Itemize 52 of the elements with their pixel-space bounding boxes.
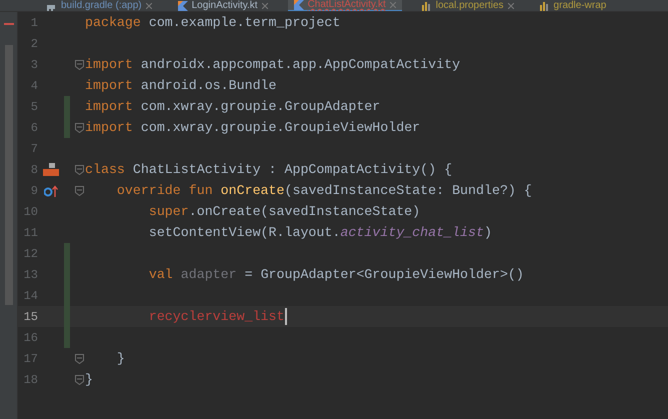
code-line: val adapter = GroupAdapter<GroupieViewHolder>(): [148, 266, 524, 284]
bar-chart-icon: [540, 1, 550, 11]
code-line: recyclerview_list: [148, 308, 284, 326]
code-line: class ChatListActivity : AppCompatActivity() {: [85, 161, 452, 179]
code-line: package com.example.term_project: [85, 14, 340, 32]
line-number: 13: [22, 266, 38, 284]
override-arrow-icon[interactable]: [44, 184, 58, 196]
editor-tab[interactable]: gradle-wrap: [534, 0, 612, 11]
fold-icon[interactable]: [74, 164, 84, 174]
fold-icon[interactable]: [74, 60, 84, 70]
code-line: import com.xwray.groupie.GroupAdapter: [85, 98, 380, 116]
line-number: 12: [22, 246, 38, 262]
bar-chart-icon: [422, 1, 432, 11]
line-number: 1: [30, 14, 38, 32]
code-line: super.onCreate(savedInstanceState): [148, 203, 420, 221]
line-number: 17: [22, 350, 38, 368]
line-number: 4: [30, 78, 38, 94]
kotlin-file-icon: [294, 0, 304, 10]
close-icon[interactable]: [146, 3, 152, 9]
line-number: 2: [30, 36, 38, 52]
code-line: }: [116, 350, 125, 368]
line-number: 9: [30, 182, 38, 200]
editor-tab[interactable]: build.gradle (:app): [40, 0, 158, 11]
code-line: override fun onCreate(savedInstanceState: Bundle?) {: [116, 182, 532, 200]
close-icon[interactable]: [390, 2, 396, 8]
line-number: 18: [22, 372, 38, 388]
line-number: 14: [22, 288, 38, 304]
line-number: 6: [30, 120, 38, 136]
line-number: 11: [22, 224, 38, 242]
code-line: import com.xwray.groupie.GroupieViewHolder: [85, 119, 420, 137]
line-number: 10: [22, 204, 38, 220]
line-number: 16: [22, 330, 38, 346]
text-cursor: [284, 308, 286, 325]
kotlin-file-icon: [178, 1, 188, 11]
close-icon[interactable]: [262, 3, 268, 9]
code-line: }: [85, 371, 93, 389]
code-line: setContentView(R.layout.activity_chat_list): [148, 224, 492, 242]
fold-icon[interactable]: [74, 122, 84, 132]
line-number: 15: [22, 308, 38, 326]
line-number: 5: [30, 98, 38, 116]
editor-tab[interactable]: LoginActivity.kt: [172, 0, 274, 11]
code-line: import android.os.Bundle: [85, 77, 277, 95]
close-icon[interactable]: [508, 3, 514, 9]
line-number: 8: [30, 162, 38, 178]
fold-icon[interactable]: [74, 354, 84, 364]
fold-icon[interactable]: [74, 374, 84, 384]
editor-tab[interactable]: local.properties: [416, 0, 520, 11]
code-line: import androidx.appcompat.app.AppCompatActivity: [85, 56, 460, 74]
line-number: 7: [30, 140, 38, 158]
fold-icon[interactable]: [74, 186, 84, 196]
class-hierarchy-icon[interactable]: [43, 162, 59, 176]
line-number: 3: [30, 56, 38, 74]
